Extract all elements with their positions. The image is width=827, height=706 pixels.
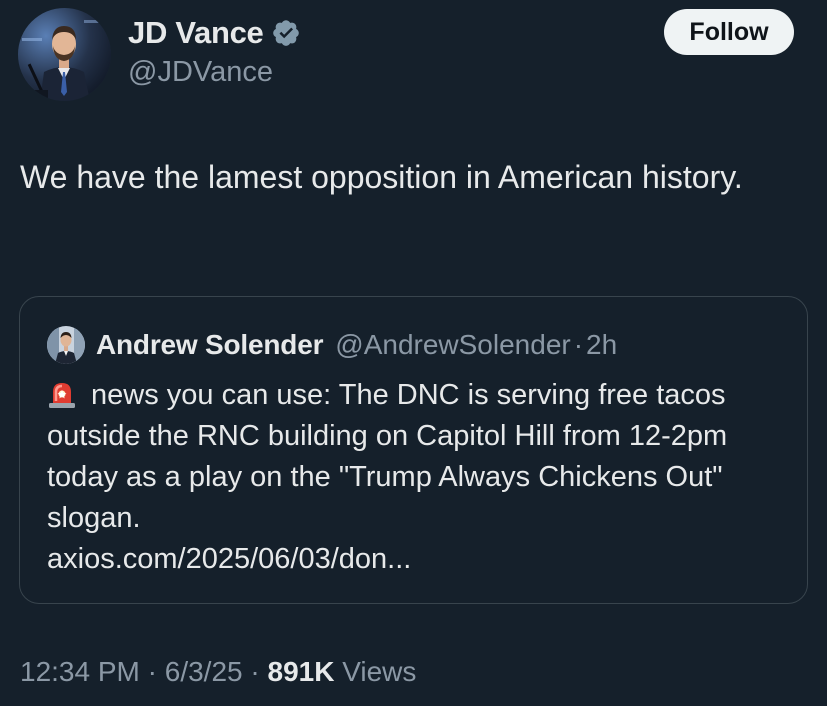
- quote-author-handle[interactable]: @AndrewSolender: [335, 329, 570, 361]
- quote-body-text: news you can use: The DNC is serving fre…: [47, 379, 728, 534]
- quote-separator: ·: [573, 329, 584, 360]
- author-name-row: JD Vance: [128, 14, 301, 52]
- meta-separator: ·: [147, 656, 157, 687]
- follow-button[interactable]: Follow: [664, 9, 794, 55]
- tweet-text: We have the lamest opposition in America…: [20, 159, 743, 195]
- quote-timestamp[interactable]: 2h: [586, 329, 617, 361]
- tweet-meta: 12:34 PM · 6/3/25 · 891K Views: [20, 656, 416, 688]
- author-avatar[interactable]: [18, 8, 111, 101]
- tweet-date[interactable]: 6/3/25: [165, 656, 243, 687]
- verified-badge-icon[interactable]: [271, 18, 301, 48]
- tweet-time[interactable]: 12:34 PM: [20, 656, 140, 687]
- quote-author-avatar-image: [47, 326, 85, 364]
- quote-author-name[interactable]: Andrew Solender: [96, 329, 323, 361]
- quote-header: Andrew Solender @AndrewSolender · 2h: [96, 327, 617, 363]
- meta-separator: ·: [250, 656, 260, 687]
- author-handle[interactable]: @JDVance: [128, 56, 273, 89]
- rotating-light-icon: [47, 379, 77, 409]
- quote-body: news you can use: The DNC is serving fre…: [47, 375, 792, 580]
- quoted-tweet-card[interactable]: Andrew Solender @AndrewSolender · 2h new…: [19, 296, 808, 604]
- views-count: 891K: [267, 656, 335, 687]
- author-avatar-image: [18, 8, 111, 101]
- views-label: Views: [342, 656, 417, 687]
- author-display-name[interactable]: JD Vance: [128, 15, 264, 51]
- quote-link[interactable]: axios.com/2025/06/03/don...: [47, 539, 792, 580]
- quote-author-avatar[interactable]: [47, 326, 85, 364]
- tweet: JD Vance @JDVance Follow We have the lam…: [0, 0, 827, 706]
